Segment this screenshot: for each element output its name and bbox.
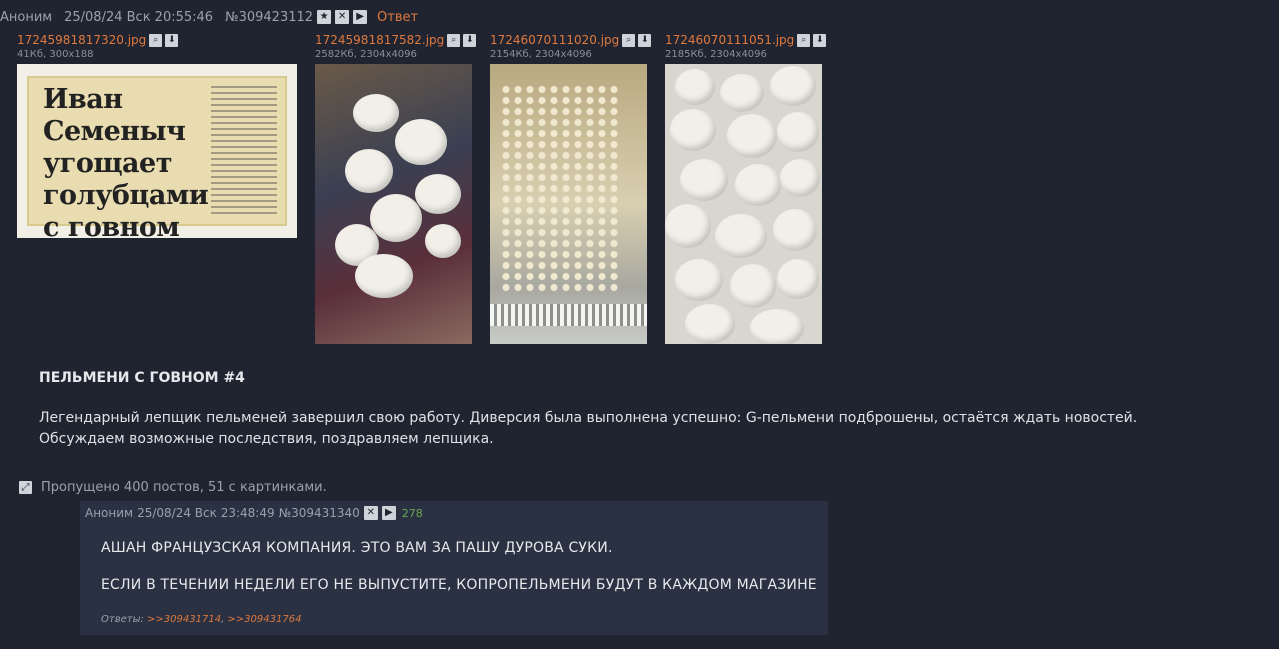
file-thumbnail[interactable]: Иван Семеныч угощает голубцами с говном (17, 64, 297, 238)
answer-link[interactable]: >>309431714 (147, 614, 221, 625)
search-icon[interactable]: ⌕ (797, 33, 811, 47)
omitted-posts: ⤢ Пропущено 400 постов, 51 с картинками. (19, 480, 327, 495)
file-item: 17246070111020.jpg ⌕ ⬇ 2154Кб, 2304x4096 (490, 32, 652, 344)
file-item: 17245981817320.jpg ⌕ ⬇ 41Кб, 300x188 Ива… (17, 32, 297, 238)
file-thumbnail[interactable] (315, 64, 472, 344)
search-icon[interactable]: ⌕ (447, 33, 461, 47)
answers-label: Ответы: (101, 614, 144, 625)
play-icon[interactable]: ▶ (381, 506, 396, 520)
search-icon[interactable]: ⌕ (149, 33, 163, 47)
file-size: 41Кб, 300x188 (17, 49, 94, 60)
post-count: 278 (401, 506, 423, 520)
op-number[interactable]: №309423112 (225, 10, 313, 25)
clipping-headline: Иван Семеныч угощает голубцами с говном (43, 84, 209, 238)
clipping-column (211, 86, 277, 214)
file-thumbnail[interactable] (490, 64, 647, 344)
file-size: 2185Кб, 2304x4096 (665, 49, 767, 60)
download-icon[interactable]: ⬇ (638, 33, 652, 47)
thread-page: Аноним 25/08/24 Вск 20:55:46 №309423112 … (0, 0, 1279, 649)
reply-date: 25/08/24 Вск 23:48:49 (137, 506, 275, 520)
file-name[interactable]: 17245981817582.jpg (315, 33, 444, 47)
search-icon[interactable]: ⌕ (622, 33, 636, 47)
reply-answers: Ответы: >>309431714, >>309431764 (101, 614, 302, 625)
file-thumbnail[interactable] (665, 64, 822, 344)
download-icon[interactable]: ⬇ (813, 33, 827, 47)
op-text: Легендарный лепщик пельменей завершил св… (39, 408, 1137, 450)
op-text-line: Легендарный лепщик пельменей завершил св… (39, 410, 1138, 426)
reply-header: Аноним 25/08/24 Вск 23:48:49 №309431340 … (85, 506, 423, 520)
file-size: 2582Кб, 2304x4096 (315, 49, 417, 60)
file-name[interactable]: 17245981817320.jpg (17, 33, 146, 47)
download-icon[interactable]: ⬇ (463, 33, 477, 47)
op-body: ПЕЛЬМЕНИ С ГОВНОМ #4 Легендарный лепщик … (39, 370, 1137, 450)
close-icon[interactable]: ✕ (335, 10, 350, 24)
op-author: Аноним (0, 9, 53, 25)
op-title: ПЕЛЬМЕНИ С ГОВНОМ #4 (39, 370, 245, 386)
reply-line: АШАН ФРАНЦУЗСКАЯ КОМПАНИЯ. ЭТО ВАМ ЗА ПА… (101, 540, 613, 556)
op-date: 25/08/24 Вск 20:55:46 (64, 9, 214, 25)
reply-line: ЕСЛИ В ТЕЧЕНИИ НЕДЕЛИ ЕГО НЕ ВЫПУСТИТЕ, … (101, 577, 817, 593)
answer-link[interactable]: >>309431764 (227, 614, 301, 625)
omitted-text: Пропущено 400 постов, 51 с картинками. (41, 480, 327, 495)
reply-author: Аноним (85, 506, 134, 520)
file-size: 2154Кб, 2304x4096 (490, 49, 592, 60)
star-icon[interactable]: ★ (317, 10, 332, 24)
play-icon[interactable]: ▶ (353, 10, 368, 24)
download-icon[interactable]: ⬇ (165, 33, 179, 47)
reply-link[interactable]: Ответ (377, 10, 418, 25)
op-post-header: Аноним 25/08/24 Вск 20:55:46 №309423112 … (0, 8, 418, 26)
expand-icon[interactable]: ⤢ (19, 481, 32, 494)
file-item: 17245981817582.jpg ⌕ ⬇ 2582Кб, 2304x4096 (315, 32, 477, 344)
op-text-line: Обсуждаем возможные последствия, поздрав… (39, 431, 494, 447)
file-item: 17246070111051.jpg ⌕ ⬇ 2185Кб, 2304x4096 (665, 32, 827, 344)
reply-post: Аноним 25/08/24 Вск 23:48:49 №309431340 … (80, 501, 828, 635)
reply-body: АШАН ФРАНЦУЗСКАЯ КОМПАНИЯ. ЭТО ВАМ ЗА ПА… (101, 540, 817, 614)
file-name[interactable]: 17246070111020.jpg (490, 33, 619, 47)
file-name[interactable]: 17246070111051.jpg (665, 33, 794, 47)
close-icon[interactable]: ✕ (363, 506, 378, 520)
newspaper-clipping: Иван Семеныч угощает голубцами с говном (29, 78, 285, 238)
reply-number[interactable]: №309431340 (279, 506, 360, 520)
